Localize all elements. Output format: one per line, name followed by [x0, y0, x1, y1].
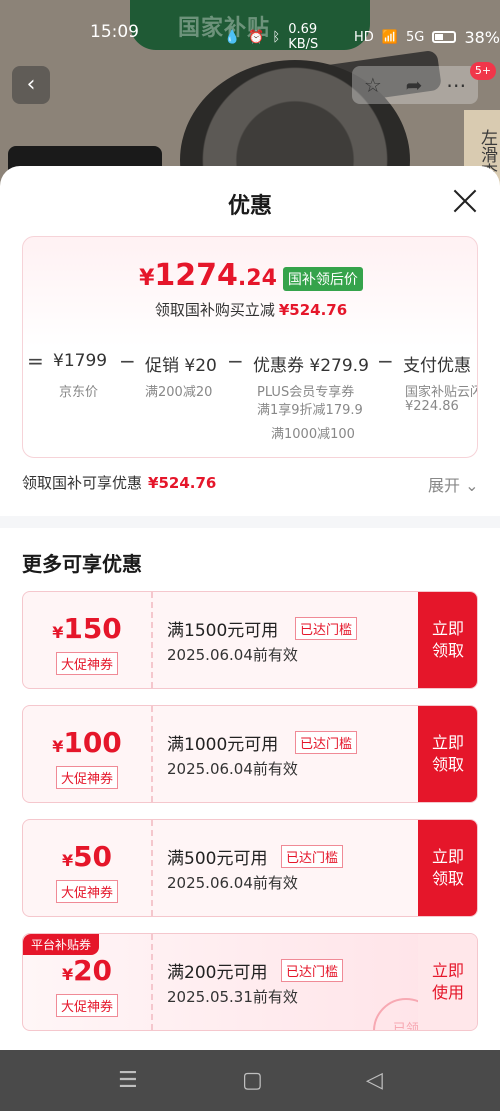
coupon-condition: 满1500元可用	[167, 621, 279, 641]
home-icon[interactable]: ▢	[242, 1068, 263, 1093]
coupon-status-tag: 已达门槛	[281, 845, 344, 868]
message-badge: 5+	[470, 62, 496, 80]
net-speed: 0.69 KB/S	[288, 22, 319, 52]
use-button[interactable]: 立即 使用	[418, 934, 477, 1030]
sheet-title: 优惠	[227, 194, 272, 219]
breakdown-coupon-sub3: 满1000减100	[271, 427, 355, 442]
battery-percent: 38%	[464, 27, 500, 47]
coupon-card: 平台补贴券 ¥20 大促神券 满200元可用 已达门槛 2025.05.31前有…	[22, 933, 478, 1031]
coupon-perforation	[151, 820, 153, 916]
system-nav-bar: ☰ ▢ ◁	[0, 1050, 500, 1111]
coupon-type-tag: 大促神券	[56, 880, 119, 903]
coupon-amount: ¥50	[61, 840, 113, 873]
saving-line: 领取国补购买立减 ¥524.76	[154, 301, 348, 319]
coupon-type-tag: 大促神券	[56, 766, 119, 789]
coupon-status-tag: 已达门槛	[295, 731, 358, 754]
final-price-line: ¥1274.24 国补领后价	[23, 258, 477, 294]
menu-icon[interactable]: ☰	[118, 1068, 138, 1093]
minus-sign: −	[377, 349, 394, 373]
breakdown-payment: 支付优惠 ¥	[403, 356, 477, 376]
coupon-amount: ¥100	[52, 726, 122, 759]
breakdown-jd-price-sub: 京东价	[59, 385, 99, 400]
breakdown-payment-sub: 国家补贴云闪	[405, 385, 478, 400]
status-time: 15:09	[90, 22, 139, 42]
final-price: ¥1274.24	[139, 258, 277, 293]
breakdown-coupon: 优惠券 ¥279.9	[253, 356, 369, 376]
coupon-amount-box: ¥50 大促神券	[23, 820, 151, 916]
breakdown-payment-sub2: ¥224.86	[405, 399, 459, 414]
drop-icon: 💧	[224, 29, 241, 45]
price-breakdown: = ¥1799 京东价 − 促销 ¥20 满200减20 − 优惠券 ¥279.…	[23, 333, 478, 453]
coupon-perforation	[151, 592, 153, 688]
battery-icon	[432, 31, 457, 43]
alarm-icon: ⏰	[248, 29, 265, 45]
coupon-amount: ¥150	[52, 612, 122, 645]
coupon-validity: 2025.06.04前有效	[167, 646, 298, 664]
breakdown-coupon-sub: PLUS会员专享券	[257, 385, 355, 400]
signal-5g: 5G	[405, 29, 425, 45]
wifi-icon: 📶	[381, 29, 398, 45]
chevron-down-icon: ⌄	[465, 476, 479, 495]
coupon-condition: 满500元可用	[167, 849, 268, 869]
minus-sign: −	[227, 349, 244, 373]
more-icon[interactable]: ⋯	[446, 73, 466, 97]
coupon-amount-box: ¥150 大促神券	[23, 592, 151, 688]
coupon-condition: 满200元可用	[167, 963, 268, 983]
coupon-card: ¥150 大促神券 满1500元可用 已达门槛 2025.06.04前有效 立即…	[22, 591, 478, 689]
coupon-amount: ¥20	[61, 954, 113, 987]
breakdown-jd-price: ¥1799	[53, 351, 108, 371]
coupon-type-tag: 大促神券	[56, 652, 119, 675]
coupon-status-tag: 已达门槛	[295, 617, 358, 640]
breakdown-promo: 促销 ¥20	[145, 356, 217, 376]
discount-sheet: 优惠 ¥1274.24 国补领后价 领取国补购买立减 ¥524.76 = ¥179…	[0, 166, 500, 1050]
star-icon[interactable]: ☆	[364, 73, 382, 97]
close-icon[interactable]	[450, 186, 480, 216]
section-title: 更多可享优惠	[22, 552, 142, 576]
coupon-amount-box: ¥100 大促神券	[23, 706, 151, 802]
coupon-amount-box: ¥20 大促神券	[23, 934, 151, 1030]
coupon-type-tag: 大促神券	[56, 994, 119, 1017]
breakdown-promo-sub: 满200减20	[145, 385, 213, 400]
final-price-tag: 国补领后价	[282, 267, 363, 291]
top-action-bar: ☆ ➦ ⋯	[352, 66, 478, 104]
bluetooth-icon: ᛒ	[272, 29, 281, 45]
expand-button[interactable]: 展开 ⌄	[428, 472, 479, 496]
back-button[interactable]: ‹	[12, 66, 50, 104]
claim-button[interactable]: 立即 领取	[418, 820, 477, 916]
coupon-perforation	[151, 934, 153, 1030]
coupon-card: ¥100 大促神券 满1000元可用 已达门槛 2025.06.04前有效 立即…	[22, 705, 478, 803]
chevron-left-icon: ‹	[26, 72, 36, 97]
breakdown-coupon-sub2: 满1享9折减179.9	[257, 403, 363, 418]
coupon-validity: 2025.06.04前有效	[167, 760, 298, 778]
coupon-card: ¥50 大促神券 满500元可用 已达门槛 2025.06.04前有效 立即 领…	[22, 819, 478, 917]
equals-sign: =	[27, 349, 44, 373]
back-nav-icon[interactable]: ◁	[366, 1068, 383, 1093]
promo-summary: 领取国补可享优惠 ¥524.76	[22, 474, 217, 492]
share-icon[interactable]: ➦	[406, 73, 423, 97]
coupon-validity: 2025.06.04前有效	[167, 874, 298, 892]
coupon-perforation	[151, 706, 153, 802]
section-divider	[0, 516, 500, 528]
minus-sign: −	[119, 349, 136, 373]
coupon-condition: 满1000元可用	[167, 735, 279, 755]
hd-icon: HD	[353, 29, 374, 45]
claim-button[interactable]: 立即 领取	[418, 706, 477, 802]
coupon-validity: 2025.05.31前有效	[167, 988, 298, 1006]
price-card: ¥1274.24 国补领后价 领取国补购买立减 ¥524.76 = ¥1799 京…	[22, 236, 478, 458]
status-icons: 💧 ⏰ ᛒ 0.69 KB/S HD 📶 5G 38%	[224, 22, 500, 52]
coupon-status-tag: 已达门槛	[281, 959, 344, 982]
claim-button[interactable]: 立即 领取	[418, 592, 477, 688]
status-bar: 15:09 💧 ⏰ ᛒ 0.69 KB/S HD 📶 5G 38%	[0, 0, 500, 60]
